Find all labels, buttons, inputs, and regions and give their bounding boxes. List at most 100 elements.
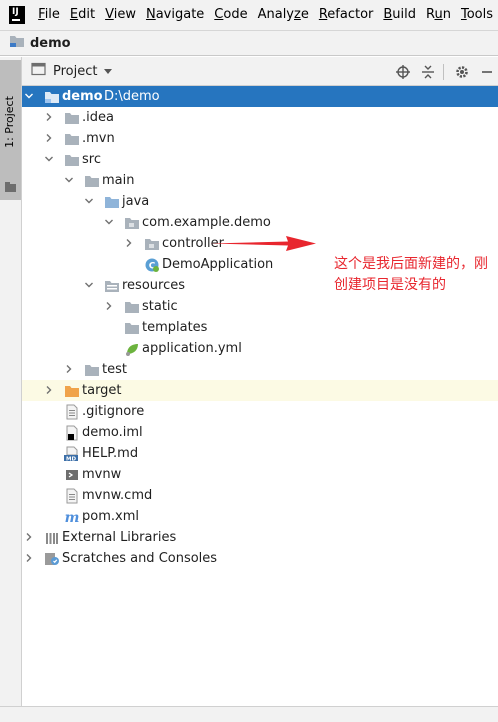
chevron-right-icon[interactable] (24, 553, 34, 563)
logo-text: IJ (12, 7, 19, 17)
tree-node-src[interactable]: src (22, 149, 498, 170)
project-tree: demo D:\demo .idea .mvn src main java com.examp… (22, 86, 498, 706)
tree-node-mvnw-cmd[interactable]: mvnw.cmd (22, 485, 498, 506)
tree-node-com-example-demo[interactable]: com.example.demo (22, 212, 498, 233)
collapse-all-icon[interactable] (417, 61, 439, 83)
project-view-selector[interactable]: Project (31, 62, 113, 80)
menu-mnemonic: N (145, 7, 156, 22)
menu-mnemonic: R (318, 7, 328, 22)
tree-node-help-md[interactable]: MD HELP.md (22, 443, 498, 464)
menu-label-part: ode (223, 7, 248, 22)
chevron-down-icon[interactable] (84, 196, 94, 206)
chevron-right-icon[interactable] (64, 364, 74, 374)
tree-node-label: .gitignore (82, 404, 145, 419)
tree-node-application-yml[interactable]: application.yml (22, 338, 498, 359)
tree-node-java[interactable]: java (22, 191, 498, 212)
minimize-icon[interactable] (476, 61, 498, 83)
tree-node-test[interactable]: test (22, 359, 498, 380)
tree-node-label: java (122, 194, 150, 209)
tree-node-demo-iml[interactable]: demo.iml (22, 422, 498, 443)
markdown-file-icon: MD (64, 446, 80, 462)
menu-tools[interactable]: Tools (456, 0, 498, 30)
module-folder-icon (9, 34, 25, 52)
svg-text:MD: MD (66, 456, 76, 462)
maven-file-icon: m (64, 509, 80, 526)
breadcrumb-project[interactable]: demo (30, 36, 71, 51)
left-tool-stripe: 1: Project (0, 57, 22, 722)
tree-node-scratches-and-consoles[interactable]: Scratches and Consoles (22, 548, 498, 569)
chevron-down-icon[interactable] (104, 217, 114, 227)
folder-icon (84, 173, 100, 189)
gear-icon[interactable] (451, 61, 473, 83)
tree-node-label: application.yml (142, 341, 242, 356)
chevron-down-icon[interactable] (84, 280, 94, 290)
resources-folder-icon (104, 278, 120, 294)
tree-node-label: HELP.md (82, 446, 139, 461)
folder-icon (124, 299, 140, 315)
chevron-down-icon[interactable] (44, 154, 54, 164)
spring-class-icon: C (144, 257, 160, 273)
tree-node-main[interactable]: main (22, 170, 498, 191)
module-folder-icon (44, 89, 60, 105)
menu-label-part: e (300, 7, 309, 22)
tree-node-target[interactable]: target (22, 380, 498, 401)
locate-icon[interactable] (392, 61, 414, 83)
tree-node-label: src (82, 152, 101, 167)
project-panel-header: Project (22, 57, 498, 86)
tree-node-pom-xml[interactable]: m pom.xml (22, 506, 498, 527)
chevron-right-icon[interactable] (24, 532, 34, 542)
svg-text:m: m (65, 510, 80, 525)
chevron-right-icon[interactable] (44, 385, 54, 395)
tree-node-idea[interactable]: .idea (22, 107, 498, 128)
tree-node-label: pom.xml (82, 509, 139, 524)
menu-code[interactable]: Code (209, 0, 252, 30)
package-icon (144, 236, 160, 252)
tree-node-demo[interactable]: demo D:\demo (22, 86, 498, 107)
package-icon (124, 215, 140, 231)
folder-icon (84, 362, 100, 378)
menu-navigate[interactable]: Navigate (141, 0, 209, 30)
menu-build[interactable]: Build (378, 0, 421, 30)
menu-mnemonic: B (383, 7, 393, 22)
menu-edit[interactable]: Edit (65, 0, 100, 30)
menu-mnemonic: z (294, 7, 301, 22)
chevron-down-icon[interactable] (64, 175, 74, 185)
chevron-down-icon (104, 68, 113, 74)
menu-label-part: efactor (327, 7, 374, 22)
tree-node-label: static (142, 299, 178, 314)
tree-node-label: mvnw.cmd (82, 488, 153, 503)
bottom-tool-stripe (0, 706, 498, 722)
menu-run[interactable]: Run (421, 0, 456, 30)
chevron-right-icon[interactable] (44, 112, 54, 122)
tree-node-templates[interactable]: templates (22, 317, 498, 338)
tree-node-gitignore[interactable]: .gitignore (22, 401, 498, 422)
menu-mnemonic: E (69, 7, 79, 22)
chevron-right-icon[interactable] (124, 238, 134, 248)
project-tool-window-tab[interactable]: 1: Project (0, 60, 21, 200)
menu-file[interactable]: File (33, 0, 65, 30)
text-file-icon (64, 488, 80, 504)
project-folder-icon (31, 62, 47, 80)
tree-node-label: External Libraries (62, 530, 177, 545)
tree-node-mvnw[interactable]: mvnw (22, 464, 498, 485)
menu-items: File Edit View Navigate Code Analyze Refactor B… (33, 0, 498, 30)
chevron-right-icon[interactable] (44, 133, 54, 143)
panel-title: Project (53, 63, 98, 79)
tree-node-mvn[interactable]: .mvn (22, 128, 498, 149)
tree-node-external-libraries[interactable]: External Libraries (22, 527, 498, 548)
intellij-logo-icon: IJ (9, 6, 26, 24)
menu-label-part: n (442, 7, 451, 22)
menu-label-part: avigate (155, 7, 205, 22)
tree-node-label: main (102, 173, 135, 188)
chevron-right-icon[interactable] (104, 301, 114, 311)
chevron-down-icon[interactable] (24, 91, 34, 101)
menu-refactor[interactable]: Refactor (314, 0, 379, 30)
tree-node-static[interactable]: static (22, 296, 498, 317)
annotation-arrow (210, 236, 316, 251)
source-folder-icon (104, 194, 120, 210)
tree-node-label: test (102, 362, 127, 377)
menu-view[interactable]: View (100, 0, 141, 30)
menu-analyze[interactable]: Analyze (253, 0, 314, 30)
yml-file-icon (124, 341, 140, 357)
script-file-icon (64, 467, 80, 483)
